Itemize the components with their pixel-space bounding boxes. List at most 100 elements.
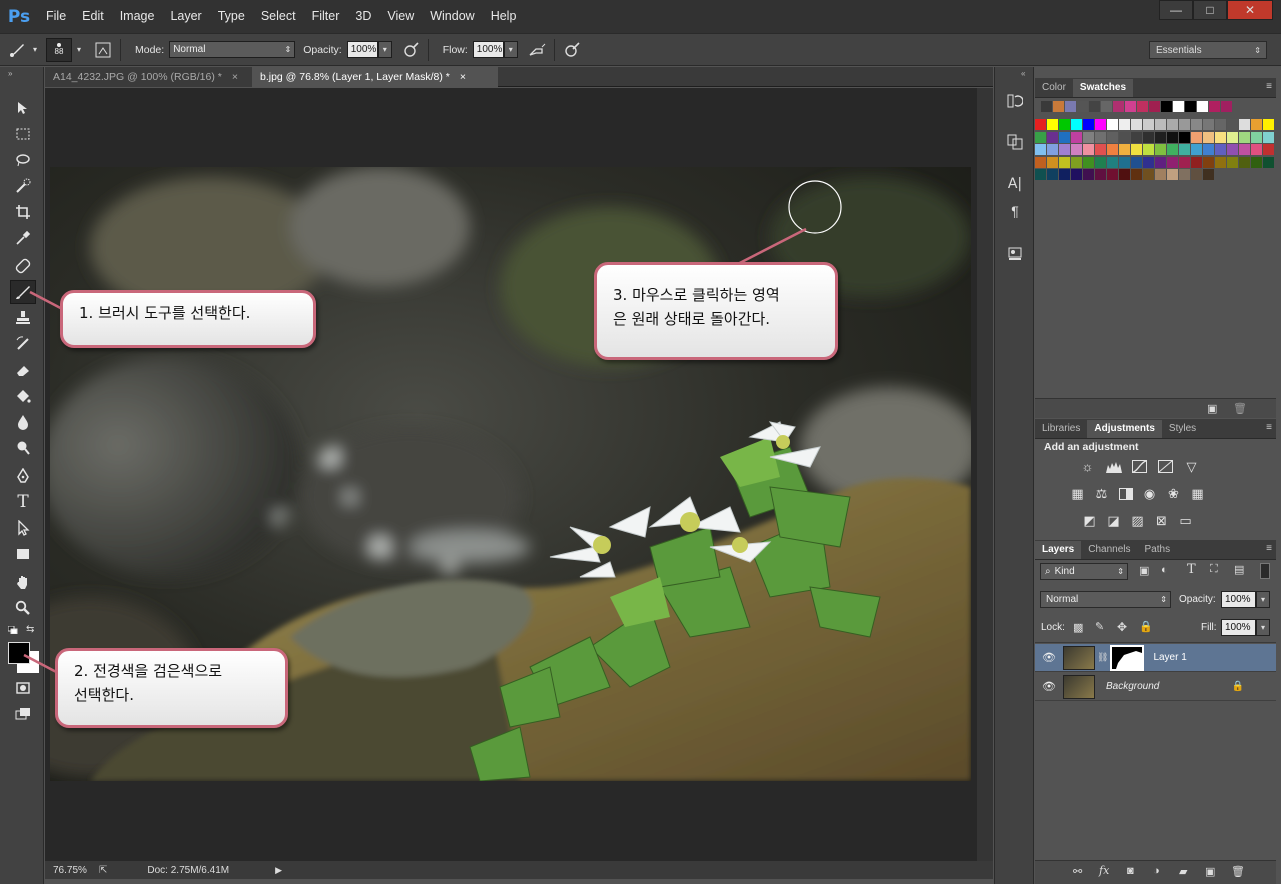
color-swatch[interactable] <box>1131 169 1142 180</box>
color-swatch[interactable] <box>1179 131 1190 143</box>
color-swatch[interactable] <box>1035 119 1046 130</box>
quick-mask-icon[interactable] <box>10 676 36 700</box>
color-swatch[interactable] <box>1167 144 1178 155</box>
tab-paths[interactable]: Paths <box>1138 541 1178 559</box>
crop-tool-icon[interactable] <box>10 200 36 224</box>
panel-menu-icon[interactable]: ≡ <box>1266 81 1272 92</box>
healing-brush-tool-icon[interactable] <box>10 254 36 278</box>
recent-swatch[interactable] <box>1185 101 1196 112</box>
color-swatch[interactable] <box>1263 156 1274 168</box>
menu-window[interactable]: Window <box>422 0 482 33</box>
airbrush-icon[interactable] <box>526 39 548 61</box>
recent-swatch[interactable] <box>1053 101 1064 112</box>
color-swatch[interactable] <box>1095 169 1106 180</box>
color-swatch[interactable] <box>1059 144 1070 155</box>
maximize-button[interactable]: □ <box>1193 0 1227 20</box>
color-swatch[interactable] <box>1119 144 1130 155</box>
recent-swatch[interactable] <box>1077 101 1088 112</box>
recent-swatch[interactable] <box>1137 101 1148 112</box>
lasso-tool-icon[interactable] <box>10 148 36 172</box>
gradient-map-icon[interactable]: ▭ <box>1177 513 1194 528</box>
color-swatch[interactable] <box>1227 131 1238 143</box>
color-lookup-icon[interactable]: ▦ <box>1189 486 1206 501</box>
pressure-opacity-icon[interactable] <box>400 39 422 61</box>
color-swatch[interactable] <box>1203 144 1214 155</box>
color-swatch[interactable] <box>1107 156 1118 168</box>
color-swatch[interactable] <box>1059 131 1070 143</box>
color-swatch[interactable] <box>1095 144 1106 155</box>
color-swatch[interactable] <box>1167 131 1178 143</box>
color-swatch[interactable] <box>1239 156 1250 168</box>
color-swatch[interactable] <box>1059 169 1070 180</box>
color-swatch[interactable] <box>1251 119 1262 130</box>
layer-mask-thumbnail[interactable] <box>1110 644 1145 671</box>
color-swatch[interactable] <box>1155 119 1166 130</box>
color-swatch[interactable] <box>1191 156 1202 168</box>
color-swatch[interactable] <box>1203 131 1214 143</box>
tool-presets-panel-icon[interactable] <box>1003 242 1027 264</box>
color-swatch[interactable] <box>1155 144 1166 155</box>
paint-bucket-tool-icon[interactable] <box>10 384 36 408</box>
color-swatch[interactable] <box>1203 156 1214 168</box>
color-swatch[interactable] <box>1227 156 1238 168</box>
posterize-icon[interactable]: ◪ <box>1105 513 1122 528</box>
color-swatch[interactable] <box>1107 169 1118 180</box>
vibrance-icon[interactable]: ▽ <box>1183 459 1200 474</box>
eraser-tool-icon[interactable] <box>10 358 36 382</box>
menu-3d[interactable]: 3D <box>347 0 379 33</box>
color-swatch[interactable] <box>1263 131 1274 143</box>
color-swatch[interactable] <box>1047 156 1058 168</box>
recent-swatch[interactable] <box>1197 101 1208 112</box>
color-swatch[interactable] <box>1251 144 1262 155</box>
color-swatch[interactable] <box>1203 169 1214 180</box>
color-swatch[interactable] <box>1071 169 1082 180</box>
mask-link-icon[interactable]: ⛓ <box>1097 652 1108 663</box>
color-swatch[interactable] <box>1143 169 1154 180</box>
screen-mode-icon[interactable] <box>10 702 36 726</box>
color-swatch[interactable] <box>1083 144 1094 155</box>
mode-select[interactable]: Normal ⇕ <box>169 41 296 58</box>
tab-styles[interactable]: Styles <box>1162 420 1203 438</box>
color-swatch[interactable] <box>1071 156 1082 168</box>
color-swatch[interactable] <box>1215 119 1226 130</box>
color-swatch[interactable] <box>1119 131 1130 143</box>
menu-file[interactable]: File <box>38 0 74 33</box>
brush-preset-icon[interactable] <box>6 39 28 61</box>
panel-menu-icon[interactable]: ≡ <box>1266 422 1272 433</box>
lock-position-icon[interactable]: ✥ <box>1117 620 1127 634</box>
color-swatch[interactable] <box>1191 119 1202 130</box>
color-swatch[interactable] <box>1239 119 1250 130</box>
color-swatch[interactable] <box>1191 131 1202 143</box>
filter-shape-icon[interactable]: ⛶ <box>1210 563 1218 576</box>
menu-edit[interactable]: Edit <box>74 0 112 33</box>
recent-swatch[interactable] <box>1161 101 1172 112</box>
swatch-grid[interactable] <box>1035 98 1276 398</box>
color-swatch[interactable] <box>1071 144 1082 155</box>
layer-opacity-dropdown[interactable]: ▾ <box>1256 591 1270 608</box>
quick-selection-tool-icon[interactable] <box>10 174 36 198</box>
tab-swatches[interactable]: Swatches <box>1072 79 1134 97</box>
color-swatch[interactable] <box>1083 169 1094 180</box>
marquee-tool-icon[interactable] <box>10 122 36 146</box>
dodge-tool-icon[interactable] <box>10 436 36 460</box>
layer-name[interactable]: Background <box>1106 681 1159 692</box>
color-swatch[interactable] <box>1143 131 1154 143</box>
color-swatch[interactable] <box>1095 131 1106 143</box>
delete-layer-icon[interactable]: 🗑 <box>1231 865 1245 878</box>
recent-swatch[interactable] <box>1089 101 1100 112</box>
tab-channels[interactable]: Channels <box>1081 541 1137 559</box>
color-swatch[interactable] <box>1131 131 1142 143</box>
brightness-contrast-icon[interactable]: ☼ <box>1079 459 1096 474</box>
clone-stamp-tool-icon[interactable] <box>10 306 36 330</box>
tab-b-jpg[interactable]: b.jpg @ 76.8% (Layer 1, Layer Mask/8) * … <box>252 67 498 87</box>
exposure-icon[interactable] <box>1157 459 1174 474</box>
pen-tool-icon[interactable] <box>10 464 36 488</box>
filter-smart-object-icon[interactable]: ▤ <box>1234 563 1244 576</box>
tab-a14-4232[interactable]: A14_4232.JPG @ 100% (RGB/16) * × <box>45 67 252 87</box>
flow-input[interactable]: 100% <box>472 41 504 58</box>
color-swatch[interactable] <box>1119 119 1130 130</box>
brush-size-dropdown[interactable]: ▾ <box>72 41 86 58</box>
color-swatch[interactable] <box>1107 119 1118 130</box>
tab-close-icon[interactable]: × <box>460 71 466 83</box>
color-swatch[interactable] <box>1059 119 1070 130</box>
